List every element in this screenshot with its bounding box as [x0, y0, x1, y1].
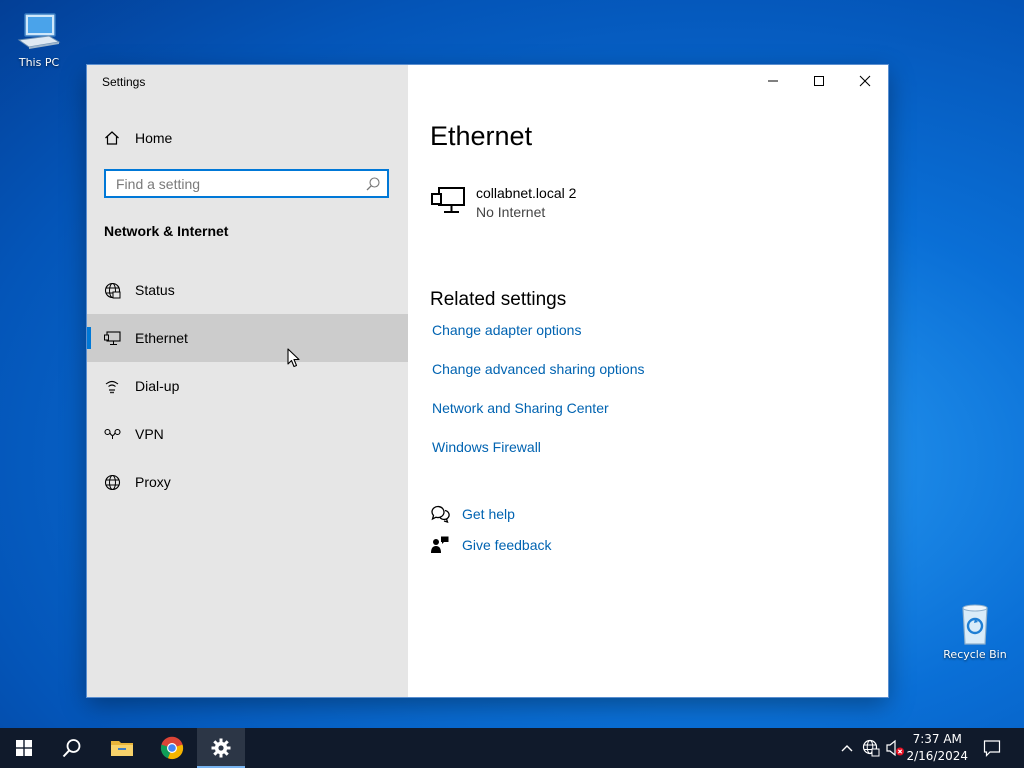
network-globe-icon: [862, 739, 880, 757]
change-advanced-sharing-link[interactable]: Change advanced sharing options: [432, 361, 645, 377]
sidebar-item-label: Ethernet: [135, 330, 188, 346]
taskbar-file-explorer[interactable]: [98, 728, 146, 768]
help-chat-icon: [430, 504, 450, 524]
recycle-bin-icon: [951, 602, 999, 646]
network-status: No Internet: [476, 204, 546, 220]
desktop-label-recycle-bin: Recycle Bin: [943, 648, 1007, 661]
clock-time: 7:37 AM: [912, 732, 962, 746]
gear-icon: [211, 738, 231, 758]
sidebar-item-home[interactable]: Home: [87, 114, 408, 162]
taskbar: 7:37 AM 2/16/2024: [0, 728, 1024, 768]
volume-button[interactable]: [884, 728, 906, 768]
section-heading: Network & Internet: [104, 223, 229, 239]
desktop-icon-recycle-bin[interactable]: Recycle Bin: [939, 602, 1011, 661]
chrome-icon: [160, 736, 184, 760]
network-sharing-center-link[interactable]: Network and Sharing Center: [432, 400, 609, 416]
notifications-button[interactable]: [978, 728, 1006, 768]
volume-muted-icon: [886, 739, 904, 757]
sidebar-item-vpn[interactable]: VPN: [87, 410, 408, 458]
start-button[interactable]: [0, 728, 48, 768]
folder-icon: [111, 741, 133, 756]
change-adapter-options-link[interactable]: Change adapter options: [432, 322, 581, 338]
search-icon: [62, 739, 81, 758]
sidebar-item-dialup[interactable]: Dial-up: [87, 362, 408, 410]
network-name: collabnet.local 2: [476, 185, 577, 201]
taskbar-chrome[interactable]: [148, 728, 196, 768]
ethernet-icon: [430, 185, 466, 217]
taskbar-settings[interactable]: [197, 728, 245, 768]
clock-date: 2/16/2024: [906, 749, 968, 763]
clock[interactable]: 7:37 AM 2/16/2024: [906, 731, 968, 765]
ethernet-icon: [103, 329, 121, 347]
desktop-label-this-pc: This PC: [18, 56, 60, 69]
sidebar-item-proxy[interactable]: Proxy: [87, 458, 408, 506]
mouse-cursor-icon: [287, 348, 300, 368]
search-icon[interactable]: [365, 176, 381, 192]
search-input[interactable]: [106, 175, 365, 192]
give-feedback-label: Give feedback: [462, 537, 552, 553]
network-connection[interactable]: collabnet.local 2 No Internet: [430, 185, 576, 220]
sidebar-item-ethernet[interactable]: Ethernet: [87, 314, 408, 362]
desktop-icon-this-pc[interactable]: This PC: [3, 10, 75, 69]
sidebar-item-label: Home: [135, 130, 173, 146]
network-status-button[interactable]: [860, 728, 882, 768]
get-help-label: Get help: [462, 506, 515, 522]
vpn-icon: [103, 425, 121, 443]
dialup-icon: [103, 377, 121, 395]
windows-logo-icon: [16, 740, 32, 756]
globe-status-icon: [103, 281, 121, 299]
taskbar-search-button[interactable]: [48, 728, 96, 768]
windows-firewall-link[interactable]: Windows Firewall: [432, 439, 541, 455]
sidebar-item-status[interactable]: Status: [87, 266, 408, 314]
feedback-icon: [430, 535, 450, 555]
window-title: Settings: [102, 75, 146, 89]
show-hidden-icons-button[interactable]: [838, 728, 856, 768]
sidebar: Settings Home Network & Internet Status: [87, 65, 408, 697]
related-settings-heading: Related settings: [430, 289, 567, 310]
give-feedback-link[interactable]: Give feedback: [430, 535, 552, 555]
sidebar-item-label: Proxy: [135, 474, 171, 490]
sidebar-item-label: VPN: [135, 426, 164, 442]
home-icon: [103, 129, 121, 147]
notification-icon: [983, 740, 1001, 757]
sidebar-item-label: Dial-up: [135, 378, 180, 394]
computer-icon: [15, 10, 63, 54]
page-title: Ethernet: [430, 121, 533, 151]
sidebar-item-label: Status: [135, 282, 175, 298]
settings-window: Settings Home Network & Internet Status: [87, 65, 888, 697]
chevron-up-icon: [841, 745, 853, 752]
globe-icon: [103, 473, 121, 491]
content-pane: Ethernet collabnet.local 2 No Internet R…: [408, 65, 888, 697]
get-help-link[interactable]: Get help: [430, 504, 515, 524]
search-box: [104, 169, 389, 198]
